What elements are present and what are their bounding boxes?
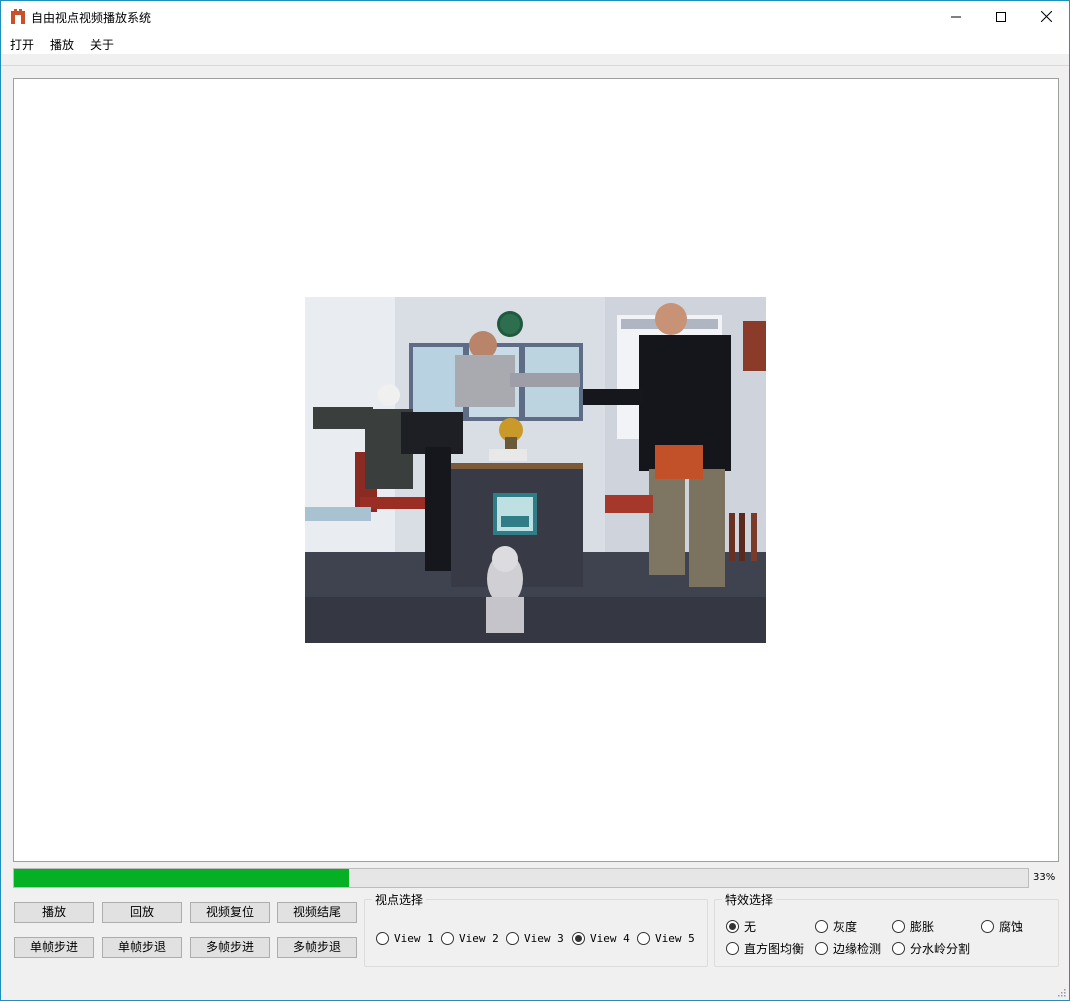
radio-indicator [892,919,905,933]
app-icon [11,9,25,24]
radio-indicator [981,919,994,933]
close-button[interactable] [1023,1,1069,32]
radio-indicator [376,931,389,945]
single-step-back-button[interactable]: 单帧步退 [102,937,182,958]
video-end-button[interactable]: 视频结尾 [277,902,357,923]
effect-radio-none[interactable]: 无 [726,918,756,934]
effect-radio-histogram-equalization[interactable]: 直方图均衡 [726,940,804,956]
menu-play[interactable]: 播放 [50,36,74,53]
menu-bar: 打开 播放 关于 [1,32,1069,54]
app-window: 自由视点视频播放系统 打开 播放 关于 33% 播放 回放 视频复位 视频结尾 … [0,0,1070,1001]
minimize-icon [951,16,961,17]
playback-progress-bar[interactable] [13,868,1029,888]
radio-indicator [506,931,519,945]
replay-button[interactable]: 回放 [102,902,182,923]
radio-indicator [726,919,739,933]
view-radio-1[interactable]: View 1 [376,930,434,946]
close-icon [1040,11,1052,22]
view-radio-3[interactable]: View 3 [506,930,564,946]
menu-about[interactable]: 关于 [90,36,114,53]
radio-indicator [637,931,650,945]
play-button[interactable]: 播放 [14,902,94,923]
view-radio-4[interactable]: View 4 [572,930,630,946]
multi-step-forward-button[interactable]: 多帧步进 [190,937,270,958]
progress-percent: 33% [1033,872,1056,883]
radio-indicator [572,931,585,945]
radio-indicator [726,941,739,955]
view-select-title: 视点选择 [372,891,427,908]
effect-radio-dilate[interactable]: 膨胀 [892,918,934,934]
single-step-forward-button[interactable]: 单帧步进 [14,937,94,958]
title-bar[interactable]: 自由视点视频播放系统 [1,1,1069,32]
radio-indicator [815,941,828,955]
radio-indicator [441,931,454,945]
radio-indicator [892,941,905,955]
effect-select-group: 特效选择 无 灰度 膨胀 腐蚀 直方图均衡 边缘检测 分水岭分割 [714,891,1059,967]
view-select-group: 视点选择 View 1 View 2 View 3 View 4 View 5 [364,891,708,967]
video-frame [305,297,766,643]
resize-grip-icon[interactable] [1056,987,1066,997]
effect-radio-erode[interactable]: 腐蚀 [981,918,1023,934]
radio-indicator [815,919,828,933]
view-radio-5[interactable]: View 5 [637,930,695,946]
menu-open[interactable]: 打开 [10,36,34,53]
effect-radio-watershed[interactable]: 分水岭分割 [892,940,970,956]
maximize-button[interactable] [978,1,1024,32]
effect-select-title: 特效选择 [722,891,777,908]
video-reset-button[interactable]: 视频复位 [190,902,270,923]
toolbar-strip [1,54,1069,66]
progress-fill [14,869,349,887]
effect-radio-grayscale[interactable]: 灰度 [815,918,857,934]
minimize-button[interactable] [933,1,979,32]
maximize-icon [996,11,1006,22]
video-display [13,78,1059,862]
view-radio-2[interactable]: View 2 [441,930,499,946]
window-title: 自由视点视频播放系统 [31,11,152,25]
effect-radio-edge-detection[interactable]: 边缘检测 [815,940,881,956]
multi-step-back-button[interactable]: 多帧步退 [277,937,357,958]
